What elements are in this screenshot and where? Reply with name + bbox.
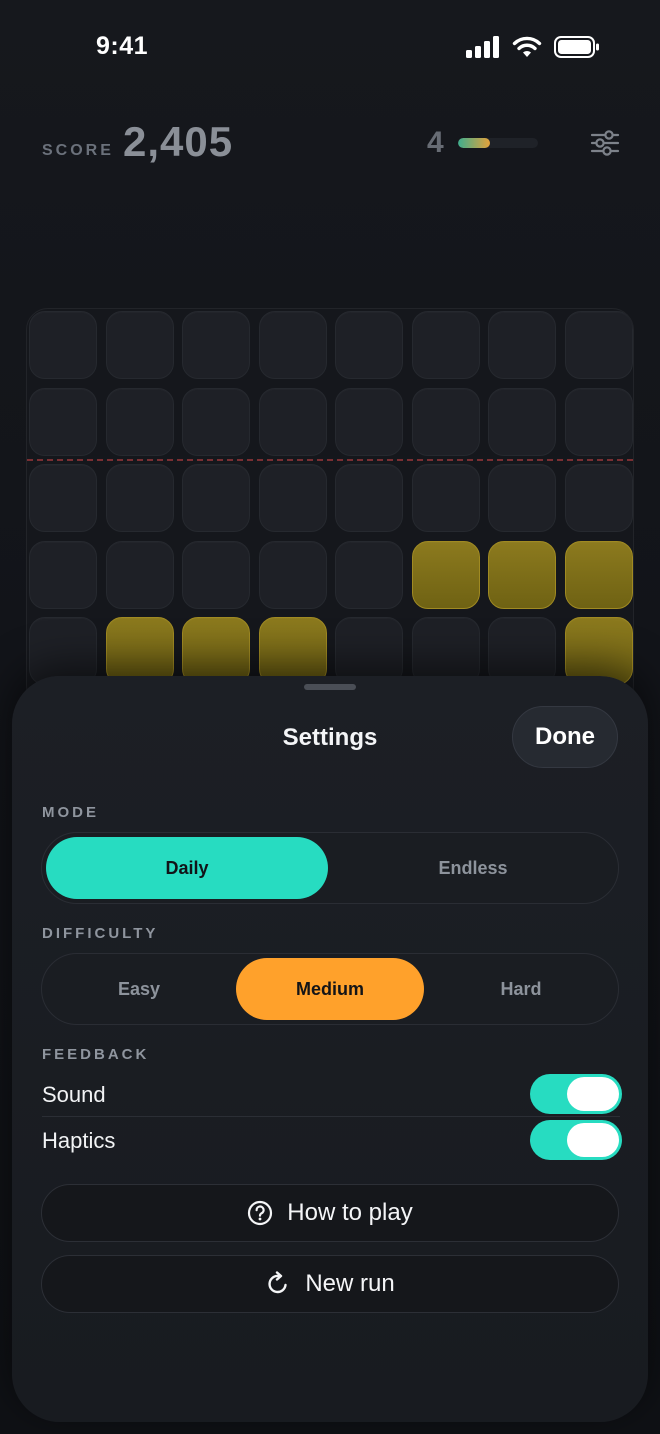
new-run-label: New run — [305, 1270, 395, 1297]
mode-segmented-control: Daily Endless — [41, 832, 619, 904]
settings-sliders-icon[interactable] — [590, 128, 620, 158]
haptics-label: Haptics — [42, 1128, 116, 1153]
board-cell-empty[interactable] — [488, 311, 556, 379]
board-cell-filled[interactable] — [411, 540, 480, 609]
board-cell-empty[interactable] — [488, 387, 556, 456]
board-cell-filled[interactable] — [182, 617, 250, 685]
wifi-icon — [512, 36, 542, 57]
difficulty-option-easy[interactable]: Easy — [46, 958, 232, 1020]
status-icons — [466, 36, 600, 58]
board-cell-filled[interactable] — [564, 617, 633, 685]
sound-row: Sound — [42, 1074, 622, 1120]
board-cell-empty[interactable] — [411, 617, 480, 685]
feedback-divider — [42, 1116, 620, 1117]
board-cell-empty[interactable] — [335, 311, 403, 379]
feedback-label: FEEDBACK — [42, 1046, 150, 1063]
board-cell-empty[interactable] — [564, 464, 633, 532]
board-cell-filled[interactable] — [488, 540, 556, 609]
sound-toggle-knob — [567, 1077, 619, 1111]
mode-option-endless[interactable]: Endless — [332, 837, 614, 899]
game-board[interactable] — [26, 308, 634, 708]
score-label: SCORE — [42, 142, 114, 159]
board-cell-empty[interactable] — [335, 387, 403, 456]
board-cell-filled[interactable] — [564, 540, 633, 609]
board-cell-empty[interactable] — [335, 540, 403, 609]
restart-icon — [268, 1271, 288, 1294]
board-cell-empty[interactable] — [105, 311, 174, 379]
danger-line — [27, 459, 633, 461]
board-cell-empty[interactable] — [258, 464, 327, 532]
mode-option-daily[interactable]: Daily — [46, 837, 328, 899]
difficulty-option-medium[interactable]: Medium — [236, 958, 424, 1020]
board-cell-empty[interactable] — [182, 387, 250, 456]
board-cell-empty[interactable] — [411, 311, 480, 379]
how-to-play-label: How to play — [287, 1199, 413, 1226]
score-value: 2,405 — [123, 118, 234, 165]
board-cell-empty[interactable] — [29, 617, 97, 685]
difficulty-label: DIFFICULTY — [42, 925, 159, 942]
board-cell-empty[interactable] — [182, 464, 250, 532]
haptics-toggle[interactable] — [530, 1120, 622, 1160]
mode-label: MODE — [42, 804, 99, 821]
difficulty-segmented-control: Easy Medium Hard — [41, 953, 619, 1025]
board-cell-empty[interactable] — [564, 387, 633, 456]
board-cell-empty[interactable] — [182, 540, 250, 609]
battery-icon — [554, 36, 599, 58]
level-progress-bar — [458, 138, 538, 148]
settings-sheet: Settings Done MODE Daily Endless DIFFICU… — [12, 676, 648, 1422]
board-cell-empty[interactable] — [411, 387, 480, 456]
board-cell-empty[interactable] — [258, 387, 327, 456]
board-cell-empty[interactable] — [488, 617, 556, 685]
board-cell-empty[interactable] — [29, 387, 97, 456]
board-cell-empty[interactable] — [105, 540, 174, 609]
cellular-signal-icon — [466, 36, 499, 58]
board-cell-empty[interactable] — [411, 464, 480, 532]
level-number: 4 — [427, 126, 444, 159]
board-cell-empty[interactable] — [335, 464, 403, 532]
level-progress-fill — [458, 138, 490, 148]
board-cell-empty[interactable] — [29, 464, 97, 532]
done-button[interactable]: Done — [512, 706, 618, 768]
sound-label: Sound — [42, 1082, 106, 1107]
board-cell-filled[interactable] — [258, 617, 327, 685]
board-cell-filled[interactable] — [105, 617, 174, 685]
sound-toggle[interactable] — [530, 1074, 622, 1114]
board-cell-empty[interactable] — [105, 387, 174, 456]
haptics-toggle-knob — [567, 1123, 619, 1157]
board-cell-empty[interactable] — [29, 540, 97, 609]
how-to-play-button[interactable]: How to play — [41, 1184, 619, 1242]
board-cell-empty[interactable] — [182, 311, 250, 379]
board-cell-empty[interactable] — [258, 540, 327, 609]
haptics-row: Haptics — [42, 1120, 622, 1166]
board-cell-empty[interactable] — [488, 464, 556, 532]
status-bar: 9:41 — [0, 0, 660, 96]
board-cell-empty[interactable] — [29, 311, 97, 379]
difficulty-option-hard[interactable]: Hard — [428, 958, 614, 1020]
new-run-button[interactable]: New run — [41, 1255, 619, 1313]
help-circle-icon — [248, 1200, 273, 1226]
game-header: SCORE 2,405 4 — [42, 112, 620, 176]
board-cell-empty[interactable] — [564, 311, 633, 379]
sheet-grabber[interactable] — [304, 684, 356, 690]
status-time: 9:41 — [96, 32, 149, 60]
board-cell-empty[interactable] — [105, 464, 174, 532]
board-cell-empty[interactable] — [335, 617, 403, 685]
board-cell-empty[interactable] — [258, 311, 327, 379]
